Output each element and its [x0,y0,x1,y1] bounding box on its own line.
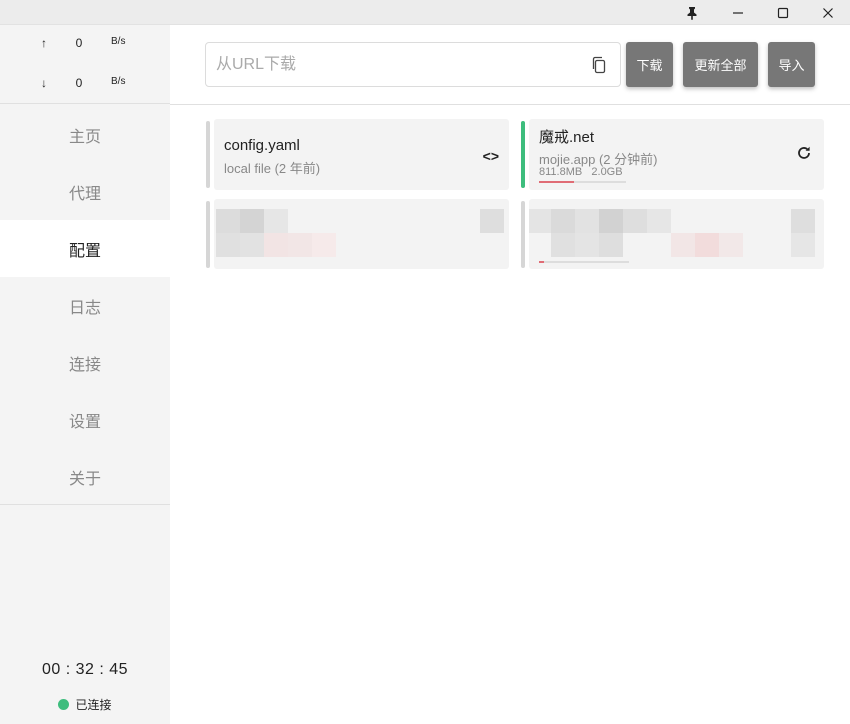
import-button[interactable]: 导入 [768,42,815,87]
download-arrow-icon: ↓ [41,76,47,90]
download-speed: ↓ 0 B/s [0,76,170,96]
profile-card-mojie[interactable]: 魔戒.net mojie.app (2 分钟前) 811.8MB 2.0GB [521,119,824,190]
download-unit: B/s [111,76,126,87]
profile-name: 魔戒.net [539,129,595,146]
obscured-profile-card[interactable] [214,199,509,269]
usage-used: 811.8MB [539,166,583,178]
pin-icon[interactable] [669,0,715,25]
nav-item-settings[interactable]: 设置 [0,391,170,448]
uptime-clock: 00 : 32 : 45 [41,661,129,678]
nav-item-profiles[interactable]: 配置 [0,220,170,277]
url-field[interactable] [205,42,621,87]
nav-item-logs[interactable]: 日志 [0,277,170,334]
upload-speed: ↑ 0 B/s [0,36,170,56]
upload-value: 0 [75,36,83,50]
download-value: 0 [75,76,83,90]
traffic-panel: ↑ 0 B/s ↓ 0 B/s [0,25,170,104]
profile-name: config.yaml [224,137,300,154]
download-button[interactable]: 下载 [626,42,673,87]
refresh-icon[interactable] [796,145,812,161]
minimize-icon[interactable] [715,0,761,25]
nav-item-home[interactable]: 主页 [0,106,170,163]
close-icon[interactable] [805,0,850,25]
usage-bar-fill [539,181,574,183]
profile-subtitle: local file (2 年前) [224,161,321,176]
status-dot-icon [58,699,70,710]
code-icon[interactable]: <> [483,148,499,164]
nav-item-proxies[interactable]: 代理 [0,163,170,220]
connection-status: 已连接 [0,696,170,713]
nav-item-connections[interactable]: 连接 [0,334,170,391]
profile-card-config[interactable]: config.yaml local file (2 年前) <> [206,119,509,190]
paste-icon[interactable] [589,55,609,75]
toolbar-divider [170,104,850,105]
status-label: 已连接 [75,698,112,712]
nav-item-about[interactable]: 关于 [0,448,170,505]
upload-unit: B/s [111,36,126,47]
card-indicator [521,201,525,268]
usage-bar [539,181,626,183]
card-indicator [206,201,210,268]
sidebar: ↑ 0 B/s ↓ 0 B/s 主页 代理 配置 日志 连接 设置 关于 00 … [0,25,170,724]
upload-arrow-icon: ↑ [41,36,47,50]
nav-divider [0,504,170,505]
update-all-button[interactable]: 更新全部 [683,42,758,87]
profile-usage: 811.8MB 2.0GB [539,166,623,178]
obscured-profile-card[interactable] [529,199,824,269]
card-indicator [206,121,210,188]
usage-total: 2.0GB [591,166,623,178]
maximize-icon[interactable] [760,0,806,25]
title-bar [0,0,850,25]
url-input[interactable] [216,43,576,86]
card-selected-indicator [521,121,525,188]
